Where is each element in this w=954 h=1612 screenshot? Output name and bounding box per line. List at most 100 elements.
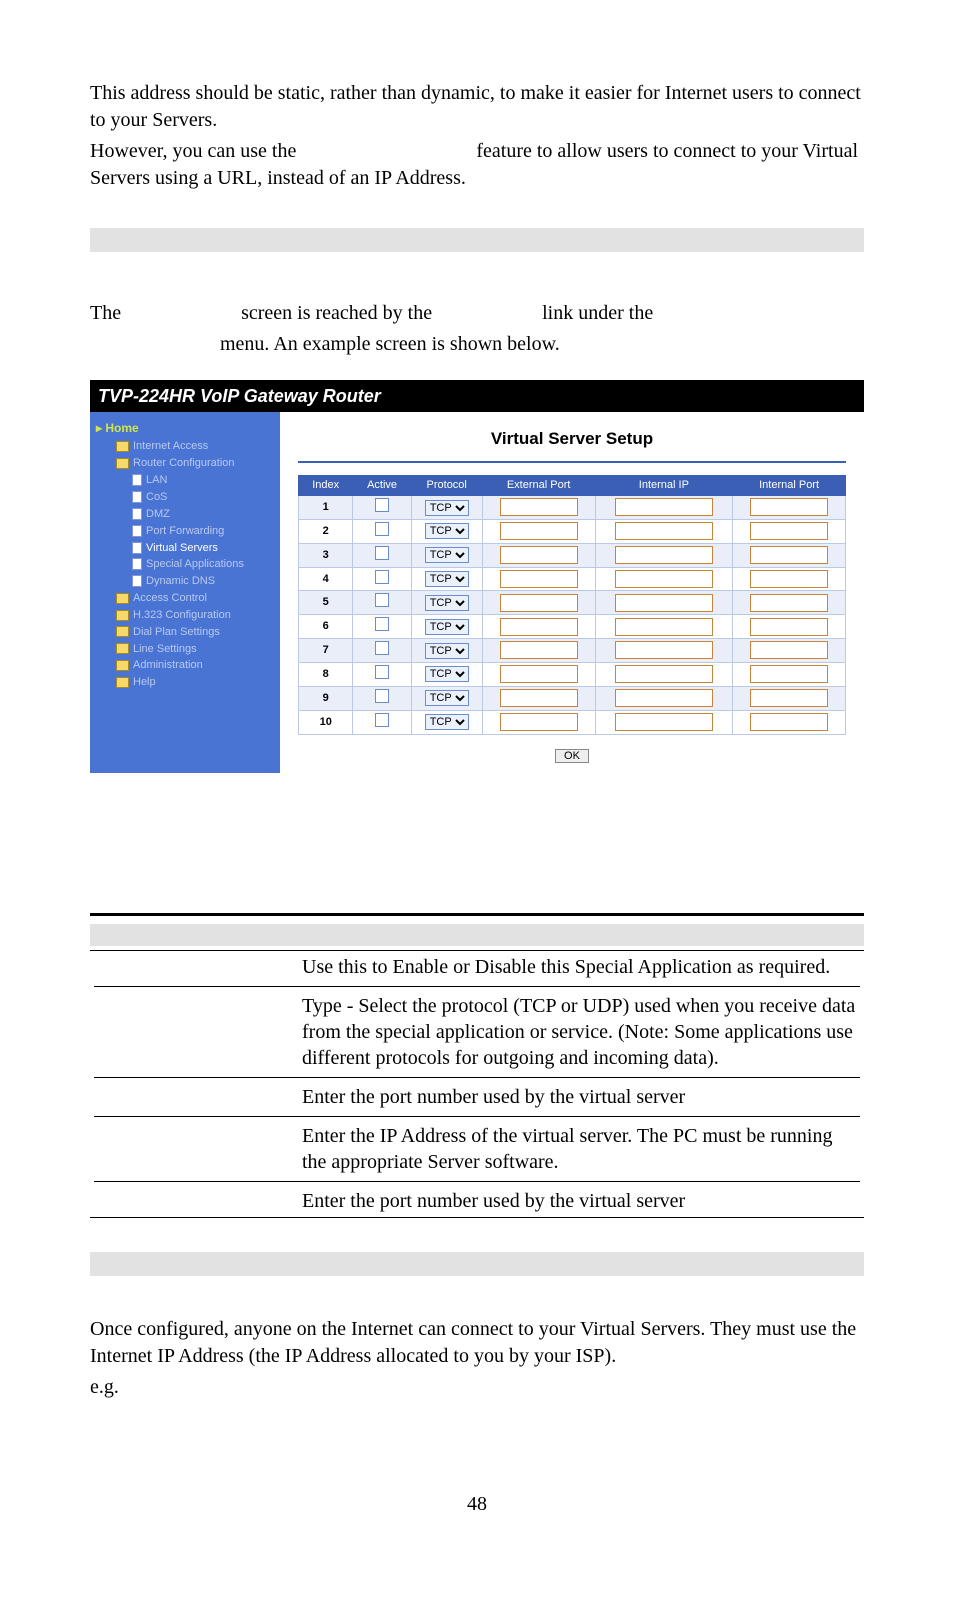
external-port-input[interactable] [500,522,578,540]
nav-access-control[interactable]: Access Control [94,590,276,607]
nav-home[interactable]: ▸ Home [94,418,276,438]
page-icon [132,542,142,554]
lead-paragraph: The screen is reached by the link under … [90,300,864,327]
table-row: 7 TCP [299,639,846,663]
desc-external-port: Enter the port number used by the virtua… [298,1081,864,1113]
internal-port-input[interactable] [750,689,828,707]
active-checkbox[interactable] [375,522,389,536]
external-port-input[interactable] [500,713,578,731]
folder-icon [116,660,129,671]
internal-port-input[interactable] [750,522,828,540]
active-checkbox[interactable] [375,593,389,607]
protocol-select[interactable]: TCP [425,619,469,635]
internal-port-input[interactable] [750,665,828,683]
active-checkbox[interactable] [375,498,389,512]
cell-index: 7 [299,639,353,663]
internal-port-input[interactable] [750,618,828,636]
active-checkbox[interactable] [375,617,389,631]
folder-icon [116,593,129,604]
col-index: Index [299,476,353,496]
section-divider [90,228,864,252]
intro-paragraph-1: This address should be static, rather th… [90,80,864,134]
protocol-select[interactable]: TCP [425,714,469,730]
table-row: 10TCP [299,710,846,734]
nav-lan[interactable]: LAN [94,472,276,489]
internal-port-input[interactable] [750,546,828,564]
desc-internal-port: Enter the port number used by the virtua… [298,1185,864,1217]
active-checkbox[interactable] [375,713,389,727]
internal-ip-input[interactable] [615,713,713,731]
nav-dynamic-dns[interactable]: Dynamic DNS [94,573,276,590]
protocol-select[interactable]: TCP [425,547,469,563]
protocol-select[interactable]: TCP [425,666,469,682]
protocol-select[interactable]: TCP [425,571,469,587]
intro-paragraph-2: However, you can use the feature to allo… [90,138,864,192]
internal-port-input[interactable] [750,713,828,731]
external-port-input[interactable] [500,618,578,636]
table-row: 5 TCP [299,591,846,615]
internal-ip-input[interactable] [615,570,713,588]
internal-ip-input[interactable] [615,498,713,516]
active-checkbox[interactable] [375,665,389,679]
active-checkbox[interactable] [375,689,389,703]
protocol-select[interactable]: TCP [425,595,469,611]
internal-ip-input[interactable] [615,665,713,683]
external-port-input[interactable] [500,570,578,588]
internal-port-input[interactable] [750,498,828,516]
active-checkbox[interactable] [375,641,389,655]
table-row: Enter the port number used by the virtua… [90,1185,864,1217]
cell-index: 3 [299,543,353,567]
active-checkbox[interactable] [375,570,389,584]
folder-icon [116,610,129,621]
internal-ip-input[interactable] [615,641,713,659]
active-checkbox[interactable] [375,546,389,560]
nav-dial-plan[interactable]: Dial Plan Settings [94,624,276,641]
description-table: Use this to Enable or Disable this Speci… [90,951,864,1217]
folder-icon [116,643,129,654]
nav-special-applications[interactable]: Special Applications [94,556,276,573]
protocol-select[interactable]: TCP [425,643,469,659]
internal-ip-input[interactable] [615,522,713,540]
table-row: 6TCP [299,615,846,639]
nav-line-settings[interactable]: Line Settings [94,641,276,658]
protocol-select[interactable]: TCP [425,500,469,516]
cell-index: 4 [299,567,353,591]
protocol-select[interactable]: TCP [425,523,469,539]
external-port-input[interactable] [500,665,578,683]
internal-ip-input[interactable] [615,618,713,636]
external-port-input[interactable] [500,594,578,612]
internal-port-input[interactable] [750,641,828,659]
internal-port-input[interactable] [750,594,828,612]
table-row: 2TCP [299,519,846,543]
nav-dmz[interactable]: DMZ [94,506,276,523]
internal-ip-input[interactable] [615,546,713,564]
nav-administration[interactable]: Administration [94,657,276,674]
cell-index: 5 [299,591,353,615]
tail-paragraph-2: e.g. [90,1374,864,1401]
nav-router-configuration[interactable]: Router Configuration [94,455,276,472]
internal-port-input[interactable] [750,570,828,588]
folder-icon [116,677,129,688]
nav-cos[interactable]: CoS [94,489,276,506]
lead-a: The [90,302,121,324]
internal-ip-input[interactable] [615,689,713,707]
nav-internet-access[interactable]: Internet Access [94,438,276,455]
table-row: Type - Select the protocol (TCP or UDP) … [90,990,864,1074]
external-port-input[interactable] [500,546,578,564]
external-port-input[interactable] [500,641,578,659]
ok-button[interactable]: OK [555,749,589,763]
nav-virtual-servers[interactable]: Virtual Servers [94,540,276,557]
lead-paragraph-2: menu. An example screen is shown below. [90,331,864,358]
protocol-select[interactable]: TCP [425,690,469,706]
col-external-port: External Port [482,476,595,496]
external-port-input[interactable] [500,689,578,707]
rule [90,1217,864,1218]
nav-h323[interactable]: H.323 Configuration [94,607,276,624]
table-row: Use this to Enable or Disable this Speci… [90,951,864,983]
nav-port-forwarding[interactable]: Port Forwarding [94,523,276,540]
desc-active: Use this to Enable or Disable this Speci… [298,951,864,983]
internal-ip-input[interactable] [615,594,713,612]
nav-help[interactable]: Help [94,674,276,691]
tail-paragraph-1: Once configured, anyone on the Internet … [90,1316,864,1370]
external-port-input[interactable] [500,498,578,516]
